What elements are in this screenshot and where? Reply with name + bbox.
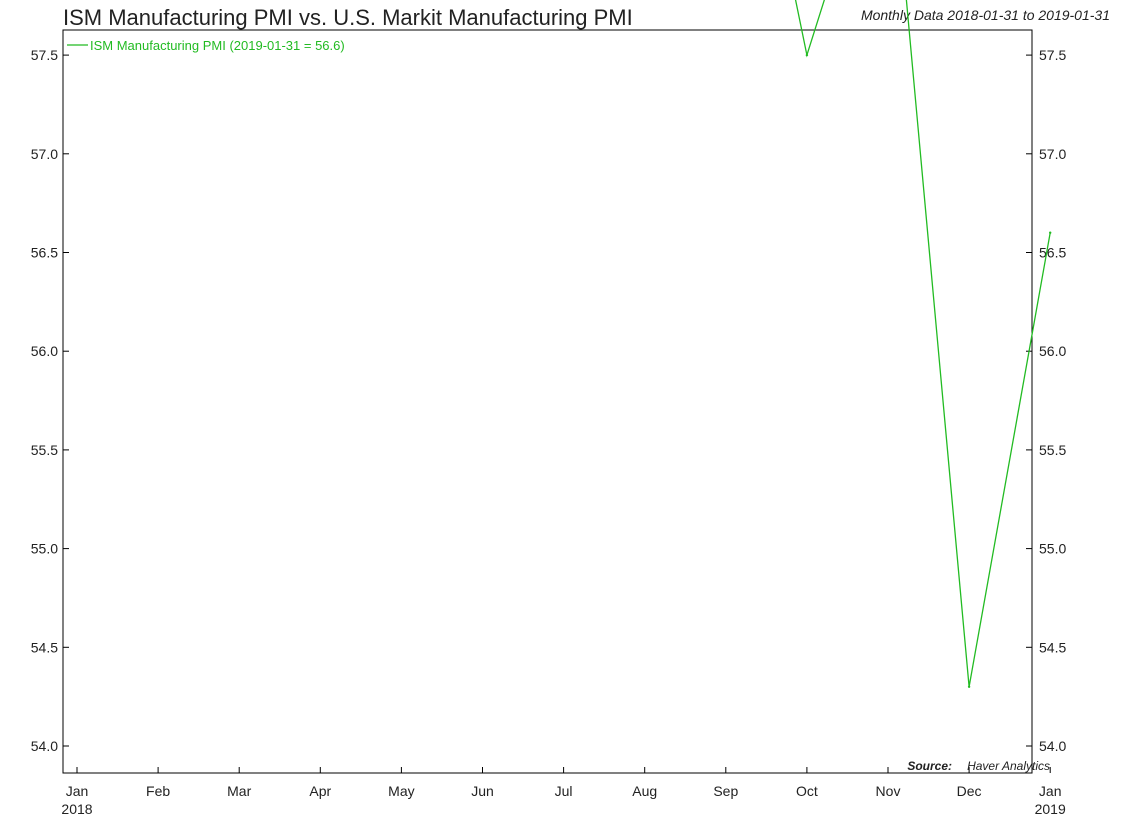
legend-label: ISM Manufacturing PMI (2019-01-31 = 56.6… bbox=[90, 38, 345, 53]
data-point bbox=[967, 685, 971, 688]
y-tick-label-left: 54.5 bbox=[31, 639, 58, 655]
y-tick-label-left: 56.5 bbox=[31, 245, 58, 261]
x-tick-label: Mar bbox=[227, 783, 251, 799]
data-point bbox=[1049, 231, 1052, 234]
x-tick-label: Jul bbox=[555, 783, 573, 799]
x-tick-label: Sep bbox=[713, 783, 738, 799]
x-tick-label: May bbox=[388, 783, 414, 799]
x-year-label: 2019 bbox=[1035, 801, 1066, 817]
x-tick-label: Dec bbox=[957, 783, 982, 799]
y-tick-label-right: 55.0 bbox=[1039, 541, 1066, 557]
plot-frame bbox=[62, 29, 1033, 774]
series-line-ism-pmi bbox=[794, 0, 1051, 687]
data-point bbox=[805, 53, 809, 57]
line-chart: 54.054.555.055.556.056.557.057.558.058.5… bbox=[31, 0, 1066, 817]
x-tick-label: Aug bbox=[632, 783, 657, 799]
y-tick-label-left: 54.0 bbox=[31, 738, 58, 754]
y-tick-label-right: 57.0 bbox=[1039, 146, 1066, 162]
y-tick-label-right: 56.0 bbox=[1039, 343, 1066, 359]
x-axis: Jan Feb Mar Apr May Jun Jul Aug Sep Oct Nov Dec Jan 2… bbox=[61, 767, 1066, 817]
y-tick-label-right: 55.5 bbox=[1039, 442, 1066, 458]
y-tick-label-right: 54.5 bbox=[1039, 639, 1066, 655]
x-tick-label: Feb bbox=[146, 783, 170, 799]
source-value: Haver Analytics bbox=[967, 759, 1050, 773]
x-tick-label: Jun bbox=[471, 783, 494, 799]
y-tick-label-right: 57.5 bbox=[1039, 47, 1066, 63]
y-tick-label-left: 55.5 bbox=[31, 442, 58, 458]
y-tick-label-right: 56.5 bbox=[1039, 245, 1066, 261]
y-tick-label-left: 55.0 bbox=[31, 541, 58, 557]
x-year-label: 2018 bbox=[61, 801, 92, 817]
y-tick-label-left: 57.0 bbox=[31, 146, 58, 162]
y-tick-label-left: 56.0 bbox=[31, 343, 58, 359]
x-tick-label: Oct bbox=[796, 783, 818, 799]
data-points bbox=[805, 53, 1052, 688]
source-label: Source: bbox=[907, 759, 952, 773]
x-tick-label: Nov bbox=[876, 783, 901, 799]
x-tick-label: Jan bbox=[1039, 783, 1062, 799]
x-tick-label: Jan bbox=[66, 783, 89, 799]
legend: ISM Manufacturing PMI (2019-01-31 = 56.6… bbox=[67, 38, 345, 53]
y-tick-label-left: 57.5 bbox=[31, 47, 58, 63]
source-note: Source: Haver Analytics bbox=[907, 759, 1050, 773]
y-tick-label-right: 54.0 bbox=[1039, 738, 1066, 754]
x-tick-label: Apr bbox=[309, 783, 331, 799]
